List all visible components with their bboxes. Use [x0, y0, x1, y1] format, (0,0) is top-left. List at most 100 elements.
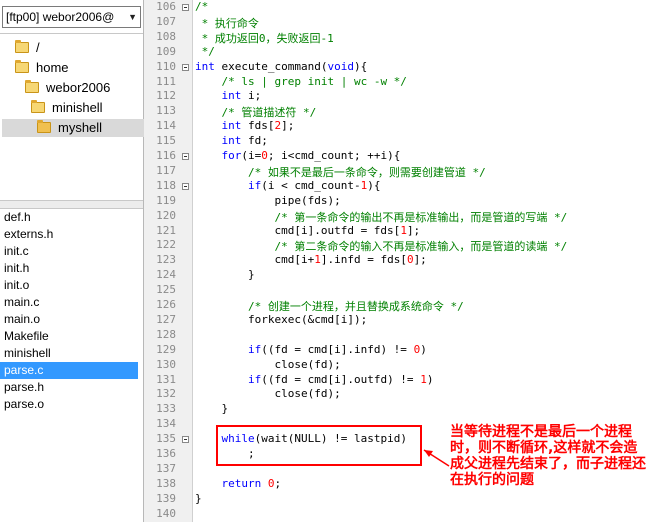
code-token: forkexec(&cmd[i]);	[195, 312, 368, 326]
file-item[interactable]: parse.o	[0, 396, 143, 413]
highlight-box	[216, 425, 422, 466]
file-item[interactable]: main.c	[0, 294, 143, 311]
file-item[interactable]: main.o	[0, 311, 143, 328]
code-token: 1	[400, 223, 407, 237]
line-number: 137	[156, 461, 176, 475]
code-token: 0	[267, 476, 275, 490]
line-number: 123	[156, 253, 176, 267]
code-token: close(fd);	[195, 357, 341, 371]
tree-node-label: home	[36, 60, 69, 75]
file-item[interactable]: init.o	[0, 277, 143, 294]
line-number: 125	[156, 283, 176, 297]
line-number-gutter: 106 107 108 109 110 111 112 113 114 115 116 117 118 1…	[144, 0, 193, 522]
tree-node[interactable]: /	[0, 39, 40, 57]
code-line: if((fd = cmd[i].infd) != 0)	[195, 343, 427, 356]
file-item[interactable]: parse.c	[0, 362, 138, 379]
code-token: execute_command(	[214, 59, 328, 73]
file-item[interactable]: parse.h	[0, 379, 143, 396]
code-token: ((fd = cmd[i].infd) !=	[261, 342, 414, 356]
line-number: 138	[156, 476, 176, 490]
code-line: }	[195, 268, 255, 281]
tree-node[interactable]: minishell	[0, 99, 103, 117]
code-line: /* 管道描述符 */	[195, 104, 317, 120]
code-token: pipe(fds);	[195, 193, 341, 207]
fold-toggle-icon[interactable]	[182, 153, 189, 160]
file-browser-panel: [ftp00] webor2006@ ▼ / home webor2006 minis…	[0, 0, 174, 522]
code-line: /* 第一条命令的输出不再是标准输出，而是管道的写端 */	[195, 209, 567, 225]
fold-toggle-icon[interactable]	[182, 63, 189, 71]
code-token: /* 第一条命令的输出不再是标准输出，而是管道的写端 */	[274, 210, 568, 224]
line-number: 133	[156, 402, 176, 416]
code-token: (i < cmd_count-	[261, 178, 361, 192]
code-line: cmd[i].outfd = fds[1];	[195, 224, 420, 237]
file-item[interactable]: def.h	[0, 209, 143, 226]
folder-icon	[30, 100, 46, 114]
code-line: close(fd);	[195, 357, 341, 371]
ftp-connection-select[interactable]: [ftp00] webor2006@ ▼	[2, 6, 141, 28]
code-line: /* 创建一个进程，并且替换成系统命令 */	[195, 298, 464, 314]
code-token: cmd[i].outfd = fds[	[195, 223, 401, 237]
code-token: ];	[413, 253, 427, 267]
line-number: 117	[156, 163, 176, 177]
code-token: * 成功返回0，失败返回-1	[195, 31, 334, 45]
line-number: 119	[156, 193, 176, 207]
line-number: 113	[156, 104, 176, 118]
line-number: 124	[156, 268, 176, 282]
code-token: /*	[195, 0, 209, 13]
file-item[interactable]: externs.h	[0, 226, 143, 243]
code-line: int i;	[195, 89, 262, 102]
code-token: 1	[314, 253, 321, 267]
code-token: 1	[420, 372, 427, 386]
tree-node-label: webor2006	[46, 80, 111, 95]
code-token: int	[221, 134, 242, 148]
panel-splitter[interactable]	[0, 201, 143, 209]
line-number: 107	[156, 14, 176, 28]
fold-toggle-icon[interactable]	[182, 4, 189, 11]
file-item[interactable]: init.h	[0, 260, 143, 277]
line-number: 134	[156, 417, 176, 431]
code-token: for	[221, 149, 242, 162]
code-token: * 执行命令	[195, 16, 259, 30]
code-line: for(i=0; i<cmd_count; ++i){	[195, 149, 401, 162]
line-number: 116	[156, 149, 176, 162]
code-line: forkexec(&cmd[i]);	[195, 313, 367, 326]
line-number: 128	[156, 327, 176, 341]
code-token: /* 如果不是最后一条命令，则需要创建管道 */	[247, 165, 486, 179]
fold-toggle-icon[interactable]	[182, 436, 189, 444]
file-list: def.h externs.h init.c init.h init.o main.c ma…	[0, 209, 143, 413]
code-token: (i=	[241, 149, 262, 162]
code-token: ];	[281, 119, 295, 133]
line-number: 110	[156, 59, 176, 73]
line-number: 131	[156, 372, 176, 386]
chevron-down-icon[interactable]: ▼	[128, 7, 137, 27]
line-number: 139	[156, 491, 176, 505]
annotation-note: 当等待进程不是最后一个进程时，则不断循环,这样就不会造成父进程先结束了，而子进程…	[450, 424, 646, 488]
code-token: return	[221, 476, 262, 490]
code-token: ){	[353, 59, 368, 73]
code-token: /* 创建一个进程，并且替换成系统命令 */	[247, 300, 464, 313]
tree-node[interactable]: home	[0, 59, 69, 77]
code-token: ){	[367, 178, 381, 192]
file-item[interactable]: Makefile	[0, 328, 143, 345]
code-token: int	[195, 59, 215, 73]
code-token: )	[420, 342, 427, 356]
tree-node[interactable]: webor2006	[0, 79, 110, 97]
code-token: cmd[i+	[195, 253, 315, 267]
line-number: 108	[156, 29, 176, 43]
file-item[interactable]: minishell	[0, 345, 143, 362]
code-line: close(fd);	[195, 387, 340, 400]
code-token: */	[195, 44, 215, 58]
fold-toggle-icon[interactable]	[182, 182, 189, 190]
file-item[interactable]: init.c	[0, 243, 143, 260]
code-token: }	[195, 268, 255, 282]
code-token: 0	[406, 253, 414, 267]
